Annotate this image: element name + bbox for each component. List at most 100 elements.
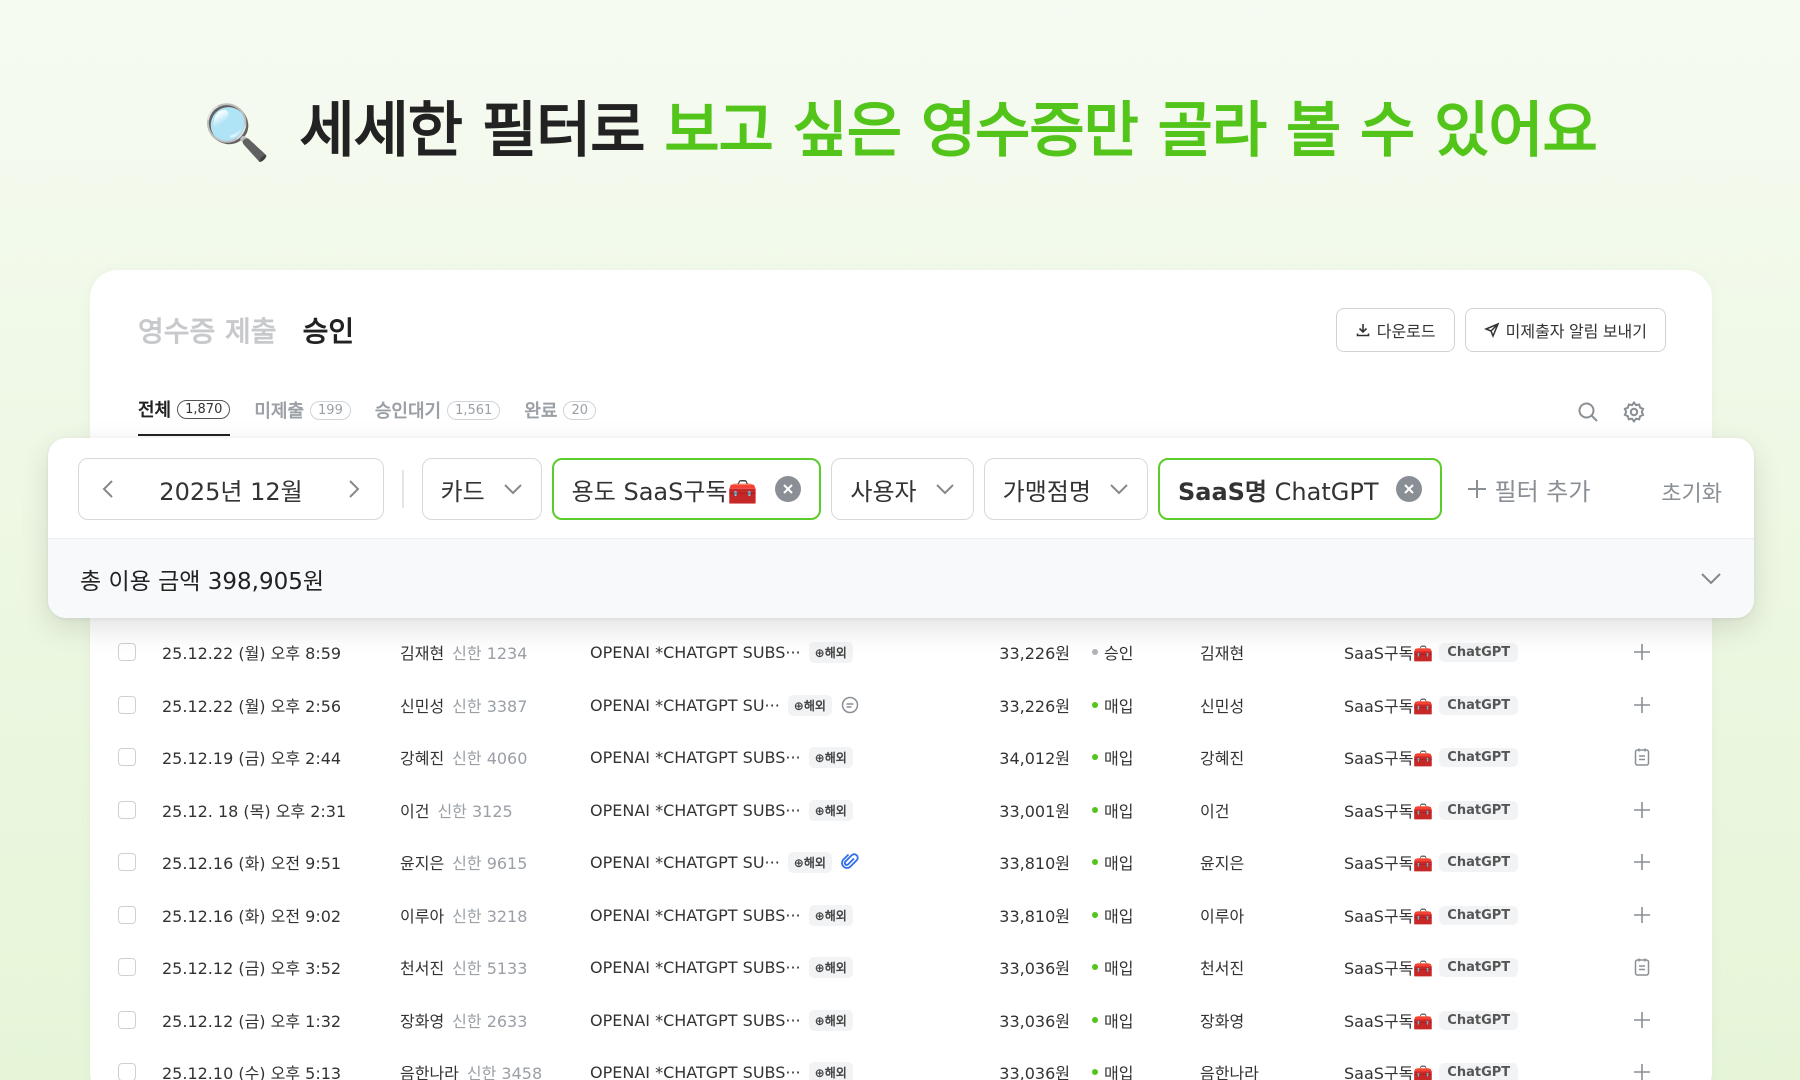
search-icon[interactable]: [1576, 400, 1600, 424]
notify-button[interactable]: 미제출자 알림 보내기: [1464, 308, 1666, 352]
saas-filter-chip[interactable]: SaaS명 ChatGPT: [1157, 458, 1443, 520]
chevron-right-icon[interactable]: [347, 478, 361, 500]
row-purpose: SaaS구독🧰 ChatGPT: [1344, 745, 1519, 769]
send-icon: [1483, 322, 1500, 338]
row-user-name: 이루아: [400, 907, 445, 926]
tab-approval[interactable]: 승인: [303, 310, 355, 350]
plus-icon[interactable]: [1633, 643, 1651, 661]
row-action[interactable]: [1632, 800, 1652, 820]
row-checkbox[interactable]: [118, 801, 136, 819]
download-button[interactable]: 다운로드: [1335, 308, 1455, 352]
plus-icon[interactable]: [1633, 853, 1651, 871]
row-amount: 33,226원: [999, 644, 1070, 663]
row-action[interactable]: [1632, 1062, 1652, 1080]
chevron-left-icon[interactable]: [101, 478, 115, 500]
table-row[interactable]: 25.12.19 (금) 오후 2:44 강혜진 신한 4060 OPENAI *CH…: [90, 731, 1712, 783]
row-status-label: 매입: [1104, 802, 1134, 821]
user-filter-label: 사용자: [850, 477, 917, 506]
table-row[interactable]: 25.12. 18 (목) 오후 2:31 이건 신한 3125 OPENAI *CH…: [90, 784, 1712, 836]
row-date: 25.12. 18 (목) 오후 2:31: [162, 802, 347, 821]
tab-receipt-submit[interactable]: 영수증 제출: [138, 310, 277, 350]
row-date: 25.12.12 (금) 오후 1:32: [162, 1012, 342, 1031]
user-filter[interactable]: 사용자: [831, 458, 974, 520]
count-badge: 199: [310, 400, 351, 420]
row-checkbox[interactable]: [118, 906, 136, 924]
row-card: 신한 3125: [437, 802, 513, 821]
table-row[interactable]: 25.12.22 (월) 오후 8:59 김재현 신한 1234 OPENAI *CH…: [90, 626, 1712, 678]
row-amount: 34,012원: [999, 749, 1070, 768]
plus-icon[interactable]: [1633, 801, 1651, 819]
row-status: 매입: [1092, 1008, 1133, 1032]
attachment-icon[interactable]: [840, 852, 860, 872]
reset-button[interactable]: 초기화: [1661, 476, 1722, 508]
saas-tag: ChatGPT: [1439, 695, 1519, 715]
receipt-icon[interactable]: [1633, 747, 1651, 767]
receipt-icon[interactable]: [1633, 957, 1651, 977]
row-action[interactable]: [1632, 1010, 1652, 1030]
foreign-tag: ⊕해외: [787, 694, 832, 716]
plus-icon[interactable]: [1633, 1063, 1651, 1080]
row-action[interactable]: [1632, 905, 1652, 925]
purpose-filter-chip[interactable]: 용도 SaaS구독🧰: [551, 458, 822, 520]
row-action[interactable]: [1632, 852, 1652, 872]
row-checkbox[interactable]: [118, 1011, 136, 1029]
row-merchant-name: OPENAI *CHATGPT SUBS···: [590, 1010, 801, 1030]
row-status-label: 매입: [1104, 854, 1134, 873]
merchant-filter[interactable]: 가맹점명: [983, 458, 1148, 520]
row-action[interactable]: [1632, 642, 1652, 662]
row-checkbox[interactable]: [118, 1063, 136, 1080]
row-purpose-label: SaaS구독🧰: [1344, 697, 1434, 716]
clear-icon[interactable]: [775, 476, 802, 502]
row-checkbox[interactable]: [118, 853, 136, 871]
row-user: 이건 신한 3125: [400, 798, 513, 822]
row-amount: 33,036원: [999, 1012, 1070, 1031]
table-row[interactable]: 25.12.10 (수) 오후 5:13 음한나라 신한 3458 OPENAI *C…: [90, 1046, 1712, 1080]
clear-icon[interactable]: [1396, 476, 1423, 502]
row-action[interactable]: [1632, 695, 1652, 715]
comment-icon[interactable]: [840, 695, 860, 715]
subtab-pending[interactable]: 승인대기 1,561: [375, 396, 501, 436]
row-merchant-name: OPENAI *CHATGPT SUBS···: [590, 1062, 801, 1080]
subtab-all[interactable]: 전체 1,870: [138, 396, 231, 436]
status-dot: [1092, 754, 1098, 760]
row-person: 이건: [1200, 802, 1230, 821]
gear-icon[interactable]: [1622, 400, 1646, 424]
row-action[interactable]: [1632, 957, 1652, 977]
card-filter[interactable]: 카드: [421, 458, 542, 520]
subtab-done[interactable]: 완료 20: [524, 396, 596, 436]
row-purpose-label: SaaS구독🧰: [1344, 644, 1434, 663]
filter-row: 2025년 12월 카드 용도 SaaS구독🧰 사용자 가맹점명 SaaS명 C…: [78, 458, 1590, 520]
row-purpose-label: SaaS구독🧰: [1344, 854, 1434, 873]
row-action[interactable]: [1632, 747, 1652, 767]
plus-icon[interactable]: [1633, 696, 1651, 714]
table-row[interactable]: 25.12.22 (월) 오후 2:56 신민성 신한 3387 OPENAI *CH…: [90, 679, 1712, 731]
total-bar[interactable]: 총 이용 금액 398,905원: [48, 538, 1754, 618]
row-checkbox[interactable]: [118, 643, 136, 661]
saas-tag: ChatGPT: [1439, 957, 1519, 977]
chevron-down-icon[interactable]: [1700, 572, 1722, 586]
plus-icon[interactable]: [1633, 1011, 1651, 1029]
row-checkbox[interactable]: [118, 696, 136, 714]
add-filter-button[interactable]: 필터 추가: [1466, 472, 1590, 507]
table-row[interactable]: 25.12.16 (화) 오전 9:02 이루아 신한 3218 OPENAI *CH…: [90, 889, 1712, 941]
subtab-unsubmitted[interactable]: 미제출 199: [254, 396, 351, 436]
row-merchant-name: OPENAI *CHATGPT SUBS···: [590, 642, 801, 662]
plus-icon[interactable]: [1633, 906, 1651, 924]
table-row[interactable]: 25.12.12 (금) 오후 3:52 천서진 신한 5133 OPENAI *CH…: [90, 941, 1712, 993]
status-dot: [1092, 1017, 1098, 1023]
row-amount: 33,036원: [999, 1064, 1070, 1080]
row-user-name: 강혜진: [400, 749, 445, 768]
table-row[interactable]: 25.12.16 (화) 오전 9:51 윤지은 신한 9615 OPENAI *CH…: [90, 836, 1712, 888]
divider: [402, 470, 404, 508]
row-user-name: 장화영: [400, 1012, 445, 1031]
foreign-tag: ⊕해외: [787, 851, 832, 873]
table-row[interactable]: 25.12.12 (금) 오후 1:32 장화영 신한 2633 OPENAI *CH…: [90, 994, 1712, 1046]
table-tools: [1576, 400, 1646, 424]
row-person: 강혜진: [1200, 749, 1245, 768]
row-checkbox[interactable]: [118, 958, 136, 976]
row-merchant: OPENAI *CHATGPT SUBS··· ⊕해외: [590, 904, 853, 926]
download-icon: [1356, 324, 1370, 337]
status-dot: [1092, 964, 1098, 970]
month-selector[interactable]: 2025년 12월: [78, 458, 384, 520]
row-checkbox[interactable]: [118, 748, 136, 766]
